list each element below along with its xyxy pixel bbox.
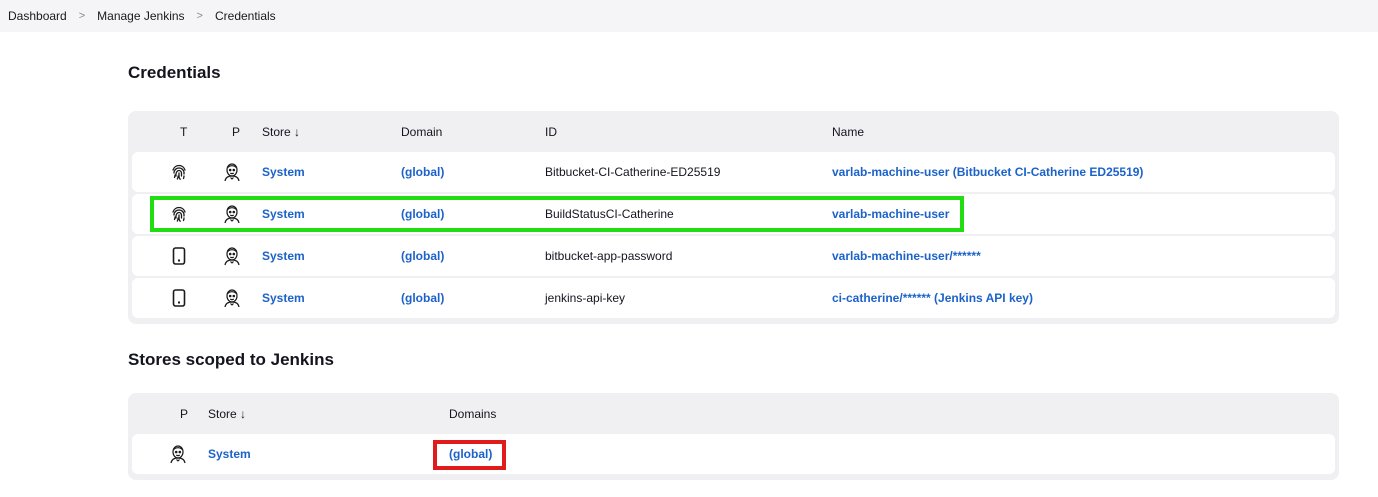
- column-header-store[interactable]: Store ↓: [262, 125, 300, 139]
- mobile-device-icon: [169, 246, 189, 266]
- store-link[interactable]: System: [262, 249, 305, 263]
- table-row: System (global): [132, 434, 1335, 474]
- store-link[interactable]: System: [262, 291, 305, 305]
- breadcrumb-separator: >: [78, 10, 86, 22]
- credential-name-link[interactable]: ci-catherine/****** (Jenkins API key): [832, 291, 1033, 305]
- stores-table: P Store ↓ Domains System (global): [128, 393, 1339, 480]
- breadcrumb-manage-jenkins[interactable]: Manage Jenkins: [97, 9, 184, 23]
- column-header-domain[interactable]: Domain: [401, 125, 442, 139]
- store-link[interactable]: System: [262, 165, 305, 179]
- column-header-domains[interactable]: Domains: [449, 407, 496, 421]
- jenkins-butler-icon: [222, 246, 242, 266]
- table-row: System (global) Bitbucket-CI-Catherine-ED2…: [132, 152, 1335, 192]
- jenkins-butler-icon: [222, 288, 242, 308]
- credentials-table-header: T P Store ↓ Domain ID Name: [132, 111, 1335, 152]
- highlight-box-red: [433, 440, 506, 470]
- domain-link[interactable]: (global): [401, 249, 444, 263]
- stores-title: Stores scoped to Jenkins: [128, 350, 334, 369]
- credential-id: bitbucket-app-password: [545, 249, 673, 263]
- column-header-id[interactable]: ID: [545, 125, 557, 139]
- credential-name-link[interactable]: varlab-machine-user (Bitbucket CI-Cather…: [832, 165, 1143, 179]
- domain-link[interactable]: (global): [401, 291, 444, 305]
- highlight-box-green: [150, 196, 964, 232]
- breadcrumb: Dashboard > Manage Jenkins > Credentials: [0, 0, 1378, 32]
- column-header-provider[interactable]: P: [232, 125, 240, 139]
- credential-id: Bitbucket-CI-Catherine-ED25519: [545, 165, 721, 179]
- fingerprint-icon: [169, 162, 189, 182]
- domain-link[interactable]: (global): [401, 165, 444, 179]
- credential-id: jenkins-api-key: [545, 291, 626, 305]
- table-row: System (global) jenkins-api-key ci-catherin…: [132, 278, 1335, 318]
- jenkins-butler-icon: [222, 162, 242, 182]
- store-link[interactable]: System: [208, 447, 251, 461]
- breadcrumb-separator: >: [196, 10, 203, 22]
- credentials-title: Credentials: [128, 63, 221, 82]
- column-header-provider[interactable]: P: [180, 407, 188, 421]
- breadcrumb-credentials[interactable]: Credentials: [215, 9, 276, 23]
- column-header-store[interactable]: Store ↓: [208, 407, 246, 421]
- column-header-name[interactable]: Name: [832, 125, 864, 139]
- breadcrumb-dashboard[interactable]: Dashboard: [8, 9, 67, 23]
- column-header-type[interactable]: T: [180, 125, 187, 139]
- mobile-device-icon: [169, 288, 189, 308]
- credential-name-link[interactable]: varlab-machine-user/******: [832, 249, 981, 263]
- table-row: System (global) bitbucket-app-password varl…: [132, 236, 1335, 276]
- stores-table-header: P Store ↓ Domains: [132, 393, 1335, 434]
- jenkins-butler-icon: [168, 444, 188, 464]
